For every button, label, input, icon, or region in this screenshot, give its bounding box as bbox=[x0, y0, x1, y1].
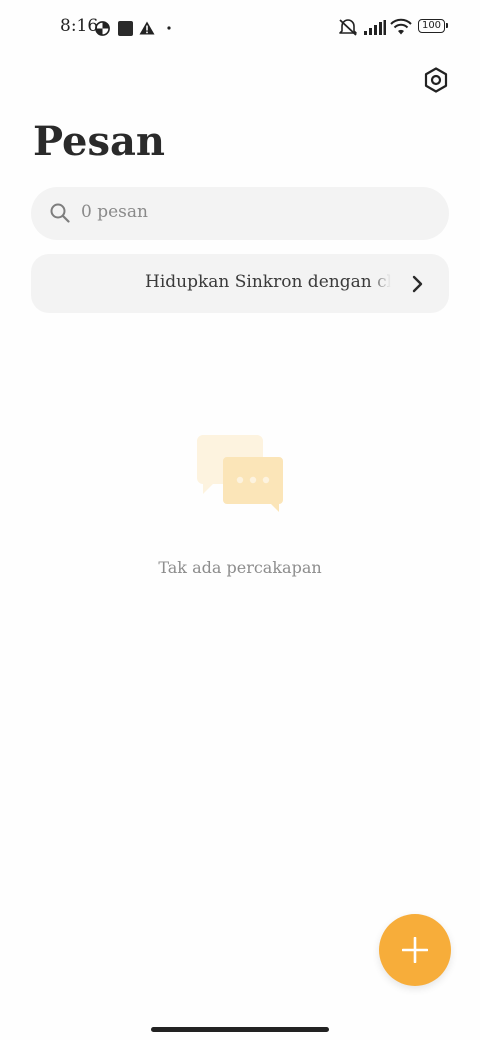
search-placeholder: 0 pesan bbox=[81, 202, 148, 222]
data-saver-icon bbox=[95, 21, 110, 36]
battery-level: 100 bbox=[421, 20, 442, 31]
cloud-sync-banner[interactable]: Hidupkan Sinkron dengan cloud bbox=[31, 254, 449, 313]
battery-icon: 100 bbox=[418, 19, 448, 33]
sync-text-container: Hidupkan Sinkron dengan cloud bbox=[145, 272, 391, 298]
settings-button[interactable] bbox=[422, 66, 450, 94]
plus-icon bbox=[402, 937, 428, 963]
search-input[interactable]: 0 pesan bbox=[31, 187, 449, 240]
messages-screen: 8:16 100 Pesan 0 pesan Hidupkan Sinkron … bbox=[0, 0, 480, 1040]
status-time: 8:16 bbox=[60, 16, 99, 36]
page-title: Pesan bbox=[33, 118, 165, 165]
chevron-right-icon bbox=[412, 275, 423, 293]
signal-icon bbox=[364, 20, 386, 35]
home-indicator[interactable] bbox=[151, 1027, 329, 1032]
sync-text-fade bbox=[369, 272, 391, 298]
wifi-icon bbox=[390, 18, 412, 35]
dot-icon bbox=[167, 26, 171, 30]
status-bar: 8:16 100 bbox=[0, 0, 480, 56]
warning-icon bbox=[139, 21, 155, 35]
sync-banner-text: Hidupkan Sinkron dengan cloud bbox=[145, 272, 391, 292]
chat-bubbles-icon bbox=[197, 435, 283, 512]
stop-square-icon bbox=[118, 21, 133, 36]
mute-icon bbox=[339, 19, 357, 36]
gear-icon bbox=[424, 67, 448, 93]
new-message-button[interactable] bbox=[379, 914, 451, 986]
empty-state-text: Tak ada percakapan bbox=[158, 558, 322, 577]
search-icon bbox=[50, 203, 70, 223]
